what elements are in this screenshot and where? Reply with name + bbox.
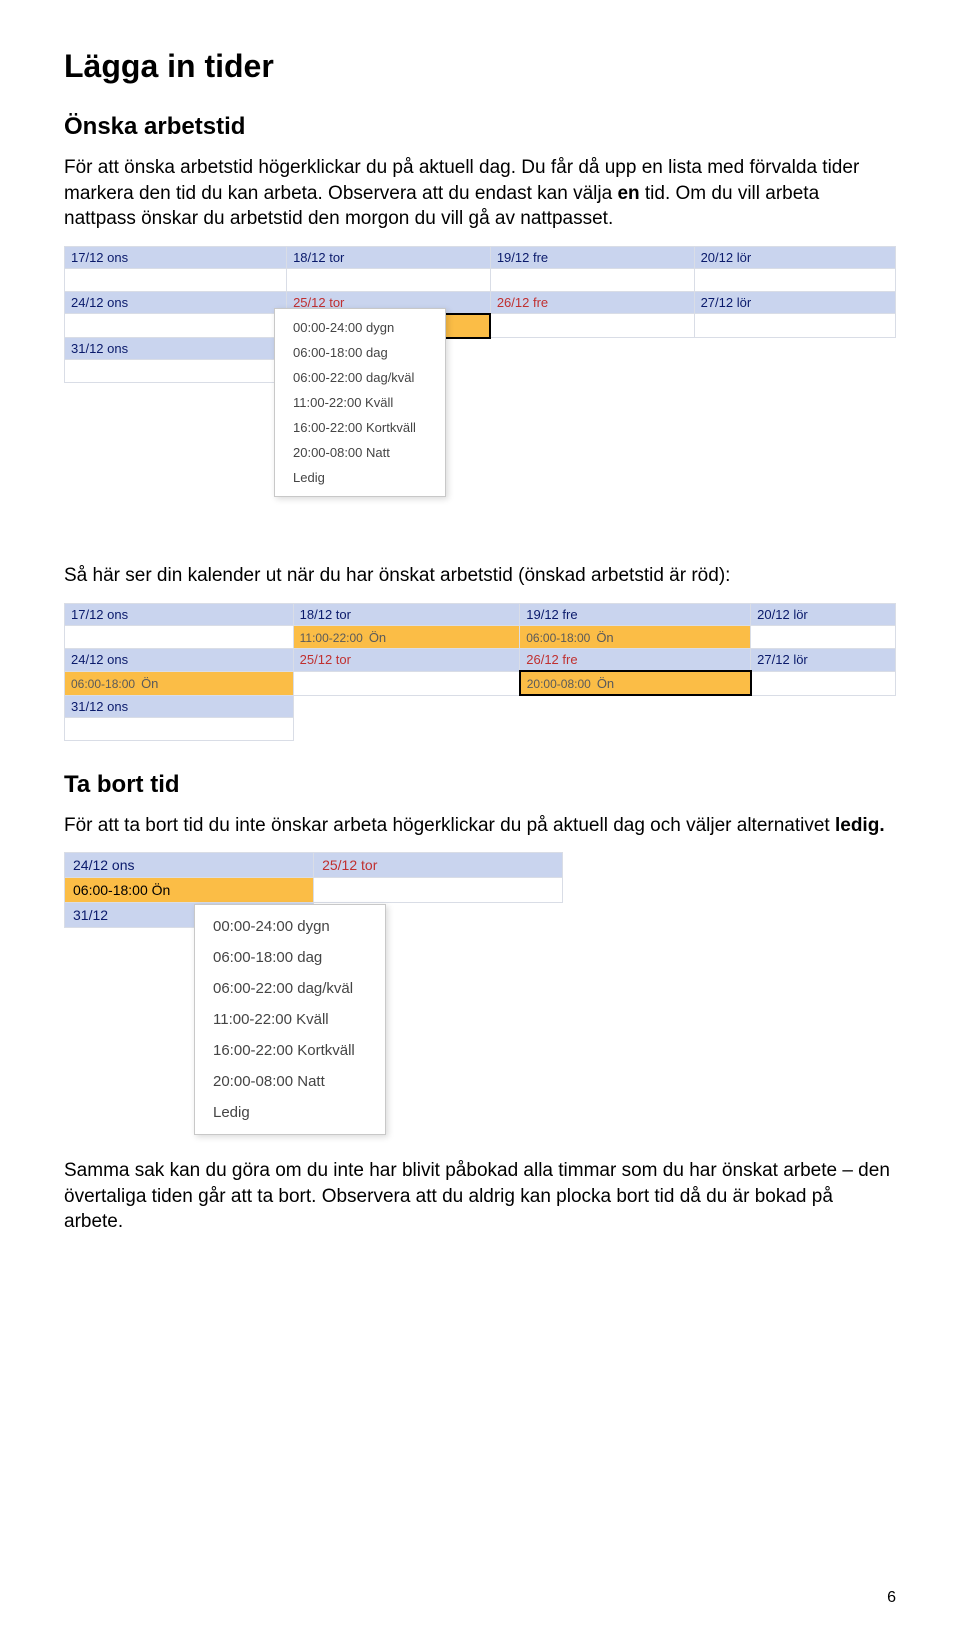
cal-empty [490,360,694,383]
ctx-item[interactable]: Ledig [275,465,445,490]
cal-cell[interactable] [287,268,491,291]
label-text: Ön [141,676,158,691]
cal-header[interactable]: 17/12 ons [65,246,287,268]
section-remove-paragraph: För att ta bort tid du inte önskar arbet… [64,813,896,839]
cal-cell[interactable] [751,671,896,695]
time-text: 11:00-22:00 [300,631,369,645]
cal-header[interactable]: 24/12 ons [65,291,287,314]
cal-header[interactable]: 25/12 tor [293,649,520,672]
ctx-item[interactable]: 11:00-22:00 Kväll [195,1004,385,1035]
cal-header[interactable]: 25/12 tor [314,853,563,878]
label-text: Ön [597,676,614,691]
label-text: Ön [369,630,386,645]
ctx-item[interactable]: 20:00-08:00 Natt [275,440,445,465]
cal-header[interactable]: 26/12 fre [520,649,751,672]
context-menu[interactable]: 00:00-24:00 dygn 06:00-18:00 dag 06:00-2… [274,308,446,497]
cal-cell-wish[interactable]: 11:00-22:00Ön [293,626,520,649]
ctx-item[interactable]: 16:00-22:00 Kortkväll [195,1035,385,1066]
cal-empty [694,338,895,360]
cal-header[interactable]: 18/12 tor [293,604,520,626]
cal-cell[interactable] [694,314,895,338]
cal-header[interactable]: 24/12 ons [65,853,314,878]
cal-empty [751,695,896,717]
ctx-item[interactable]: 16:00-22:00 Kortkväll [275,415,445,440]
ctx-item[interactable]: 06:00-22:00 dag/kväl [195,973,385,1004]
cal-empty [293,717,520,740]
cal-empty [520,717,751,740]
text: För att ta bort tid du inte önskar arbet… [64,815,835,836]
cal-empty [751,717,896,740]
ctx-item[interactable]: 06:00-18:00 dag [275,340,445,365]
cal-empty [490,338,694,360]
ctx-item[interactable]: 06:00-18:00 dag [195,942,385,973]
cal-header[interactable]: 19/12 fre [490,246,694,268]
ctx-item[interactable]: 11:00-22:00 Kväll [275,390,445,415]
cal-header[interactable]: 27/12 lör [751,649,896,672]
cal-empty [520,695,751,717]
cal-header[interactable]: 26/12 fre [490,291,694,314]
section-4-paragraph: Samma sak kan du göra om du inte har bli… [64,1158,896,1235]
ctx-item[interactable]: 00:00-24:00 dygn [275,315,445,340]
section-wish-paragraph: För att önska arbetstid högerklickar du … [64,155,896,232]
time-text: 06:00-18:00 [526,631,596,645]
page-number: 6 [887,1589,896,1607]
cal-header[interactable]: 31/12 ons [65,338,287,360]
cal-cell[interactable] [65,626,294,649]
ctx-item[interactable]: 00:00-24:00 dygn [195,911,385,942]
text-bold: en [617,183,639,204]
calendar-3-container: 24/12 ons 25/12 tor 06:00-18:00 Ön 31/12… [64,852,896,928]
calendar-1: 17/12 ons 18/12 tor 19/12 fre 20/12 lör … [64,246,896,384]
cal-cell[interactable] [293,671,520,695]
cal-header[interactable]: 17/12 ons [65,604,294,626]
cal-header[interactable]: 18/12 tor [287,246,491,268]
cal-cell[interactable] [490,268,694,291]
time-text: 06:00-18:00 [73,882,148,898]
ctx-item[interactable]: 20:00-08:00 Natt [195,1066,385,1097]
cal-cell-wish-active[interactable]: 20:00-08:00Ön [520,671,751,695]
cal-empty [293,695,520,717]
section-remove-title: Ta bort tid [64,771,896,799]
cal-cell-wish[interactable]: 06:00-18:00Ön [65,671,294,695]
page-title: Lägga in tider [64,48,896,85]
cal-header[interactable]: 20/12 lör [751,604,896,626]
calendar-2: 17/12 ons 18/12 tor 19/12 fre 20/12 lör … [64,603,896,741]
cal-cell-wish[interactable]: 06:00-18:00Ön [520,626,751,649]
ctx-item[interactable]: Ledig [195,1097,385,1128]
cal-cell[interactable] [65,360,287,383]
cal-empty [694,360,895,383]
cal-cell-wish[interactable]: 06:00-18:00 Ön [65,878,314,903]
section-wish-title: Önska arbetstid [64,113,896,141]
cal-header[interactable]: 20/12 lör [694,246,895,268]
context-menu-2[interactable]: 00:00-24:00 dygn 06:00-18:00 dag 06:00-2… [194,904,386,1135]
ctx-item[interactable]: 06:00-22:00 dag/kväl [275,365,445,390]
cal-cell[interactable] [490,314,694,338]
cal-cell[interactable] [314,878,563,903]
cal-cell[interactable] [694,268,895,291]
cal-cell[interactable] [65,268,287,291]
cal-cell[interactable] [65,314,287,338]
label-text: Ön [596,630,613,645]
section-2-intro: Så här ser din kalender ut när du har ön… [64,563,896,589]
cal-cell[interactable] [751,626,896,649]
calendar-1-container: 17/12 ons 18/12 tor 19/12 fre 20/12 lör … [64,246,896,384]
cal-header[interactable]: 27/12 lör [694,291,895,314]
label-text: Ön [152,882,171,898]
cal-header[interactable]: 19/12 fre [520,604,751,626]
cal-cell[interactable] [65,717,294,740]
text-bold: ledig. [835,815,885,836]
time-text: 20:00-08:00 [527,677,597,691]
cal-header[interactable]: 31/12 ons [65,695,294,717]
cal-header[interactable]: 24/12 ons [65,649,294,672]
time-text: 06:00-18:00 [71,677,141,691]
